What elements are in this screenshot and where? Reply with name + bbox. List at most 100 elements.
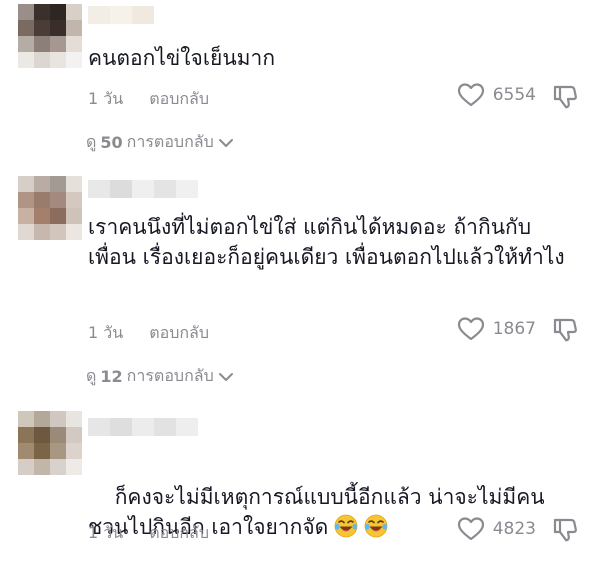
avatar-pixel xyxy=(34,427,50,443)
avatar-pixel xyxy=(18,36,34,52)
avatar-pixel xyxy=(34,192,50,208)
reply-button[interactable]: ตอบกลับ xyxy=(149,321,209,346)
avatar[interactable] xyxy=(18,411,82,475)
avatar-pixel xyxy=(18,192,34,208)
avatar-pixel xyxy=(66,459,82,475)
username-pixelated[interactable] xyxy=(88,6,154,24)
avatar-pixel xyxy=(18,459,34,475)
avatar-pixel xyxy=(18,411,34,427)
comment-meta: 1 วัน ตอบกลับ xyxy=(88,321,209,346)
username-pixelated[interactable] xyxy=(88,180,198,198)
username-pixel xyxy=(176,180,198,198)
view-replies-button[interactable]: ดู 12 การตอบกลับ xyxy=(86,364,234,389)
avatar[interactable] xyxy=(18,4,82,68)
avatar-pixel xyxy=(34,208,50,224)
avatar-pixel xyxy=(34,459,50,475)
comment-time: 1 วัน xyxy=(88,523,124,542)
avatar-pixel xyxy=(18,427,34,443)
heart-outline-icon xyxy=(457,317,484,341)
avatar-pixel xyxy=(66,20,82,36)
comment-time: 1 วัน xyxy=(88,89,124,108)
avatar-pixel xyxy=(50,20,66,36)
username-pixel xyxy=(110,180,132,198)
avatar-pixel xyxy=(50,443,66,459)
thumbs-down-outline-icon[interactable] xyxy=(552,84,578,110)
avatar-pixel xyxy=(66,4,82,20)
like-button[interactable]: 6554 xyxy=(457,82,536,108)
username-pixel xyxy=(176,418,198,436)
avatar-pixel xyxy=(34,52,50,68)
avatar-pixel xyxy=(66,208,82,224)
username-pixel xyxy=(88,418,110,436)
avatar-pixel xyxy=(50,4,66,20)
avatar-pixel xyxy=(66,411,82,427)
comment-meta: 1 วัน ตอบกลับ xyxy=(88,521,209,546)
avatar-pixel xyxy=(66,176,82,192)
avatar-pixel xyxy=(50,52,66,68)
chevron-down-icon xyxy=(218,372,233,381)
username-pixel xyxy=(154,180,176,198)
like-count: 4823 xyxy=(492,519,536,539)
avatar-pixel xyxy=(50,459,66,475)
avatar-pixel xyxy=(18,443,34,459)
avatar-pixel xyxy=(18,208,34,224)
avatar-pixel xyxy=(66,52,82,68)
comment-text: คนตอกไข่ใจเย็นมาก xyxy=(88,46,276,70)
laughing-tears-emoji-icon xyxy=(364,514,388,538)
thumbs-down-outline-icon[interactable] xyxy=(552,517,578,543)
thumbs-down-outline-icon[interactable] xyxy=(552,317,578,343)
avatar-pixel xyxy=(66,192,82,208)
laughing-tears-emoji-icon xyxy=(334,514,358,538)
avatar-pixel xyxy=(18,4,34,20)
view-replies-prefix: ดู xyxy=(86,366,97,385)
view-replies-label: การตอบกลับ xyxy=(126,132,214,151)
username-pixel xyxy=(110,418,132,436)
avatar-pixel xyxy=(34,443,50,459)
username-pixel xyxy=(132,6,154,24)
avatar-pixel xyxy=(50,176,66,192)
avatar-pixel xyxy=(66,224,82,240)
avatar-pixel xyxy=(34,176,50,192)
avatar-pixel xyxy=(18,20,34,36)
view-replies-button[interactable]: ดู 50 การตอบกลับ xyxy=(86,130,234,155)
comment-time: 1 วัน xyxy=(88,323,124,342)
avatar-pixel xyxy=(50,224,66,240)
username-pixelated[interactable] xyxy=(88,418,198,436)
like-count: 6554 xyxy=(492,85,536,105)
avatar-pixel xyxy=(34,4,50,20)
avatar[interactable] xyxy=(18,176,82,240)
heart-outline-icon xyxy=(457,83,484,107)
avatar-pixel xyxy=(34,411,50,427)
username-pixel xyxy=(132,180,154,198)
avatar-pixel xyxy=(66,427,82,443)
chevron-down-icon xyxy=(218,138,233,147)
username-pixel xyxy=(88,6,110,24)
username-pixel xyxy=(88,180,110,198)
view-replies-prefix: ดู xyxy=(86,132,97,151)
username-pixel xyxy=(110,6,132,24)
avatar-pixel xyxy=(34,224,50,240)
like-button[interactable]: 1867 xyxy=(457,316,536,342)
view-replies-count: 50 xyxy=(100,133,123,152)
avatar-pixel xyxy=(18,176,34,192)
like-button[interactable]: 4823 xyxy=(457,516,536,542)
comment-text: เราคนนึงที่ไม่ตอกไข่ใส่ แต่กินได้หมดอะ ถ… xyxy=(88,215,565,269)
like-count: 1867 xyxy=(492,319,536,339)
avatar-pixel xyxy=(18,224,34,240)
comment-text: ก็คงจะไม่มีเหตุการณ์แบบนี้อีกแล้ว น่าจะไ… xyxy=(88,452,578,572)
username-pixel xyxy=(132,418,154,436)
view-replies-count: 12 xyxy=(100,367,123,386)
avatar-pixel xyxy=(18,52,34,68)
avatar-pixel xyxy=(50,411,66,427)
avatar-pixel xyxy=(50,36,66,52)
comments-screen: { "comments": [ { "text": "คนตอกไข่ใจเย็… xyxy=(0,0,600,554)
username-pixel xyxy=(154,418,176,436)
avatar-pixel xyxy=(66,36,82,52)
heart-outline-icon xyxy=(457,517,484,541)
avatar-pixel xyxy=(50,192,66,208)
reply-button[interactable]: ตอบกลับ xyxy=(149,521,209,546)
comment-meta: 1 วัน ตอบกลับ xyxy=(88,87,209,112)
reply-button[interactable]: ตอบกลับ xyxy=(149,87,209,112)
avatar-pixel xyxy=(34,36,50,52)
avatar-pixel xyxy=(34,20,50,36)
